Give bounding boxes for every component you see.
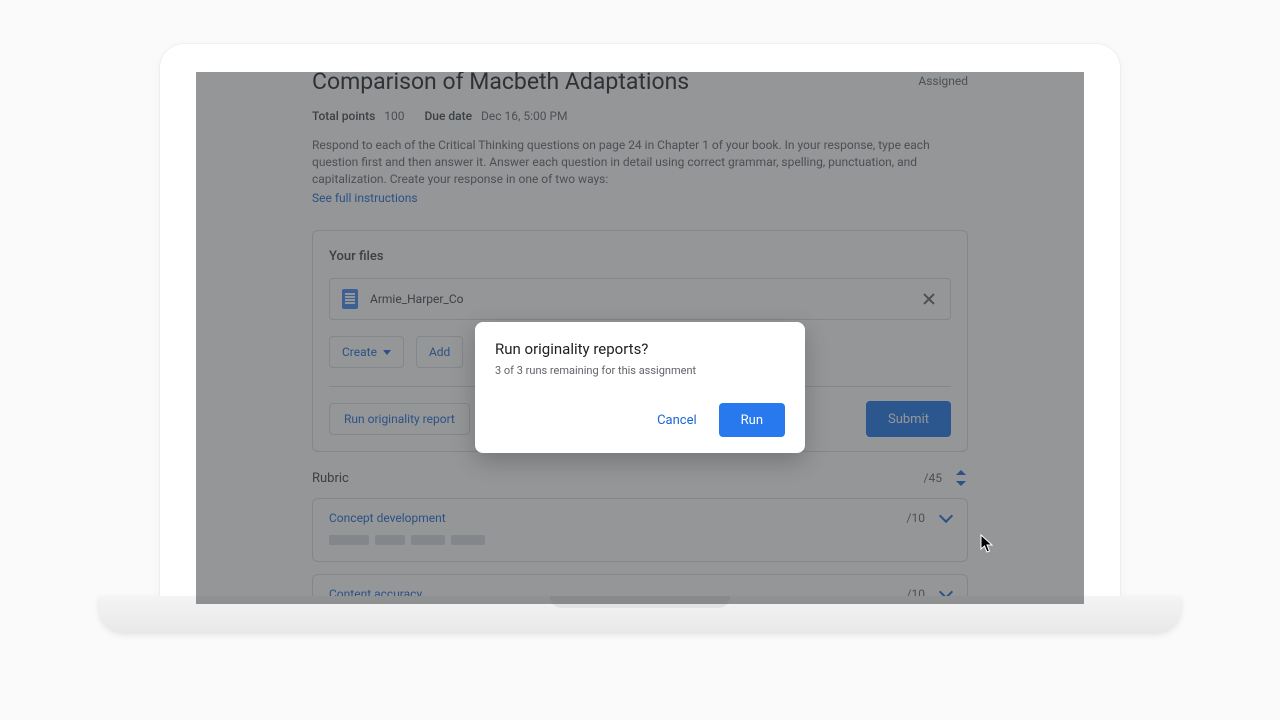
cancel-button[interactable]: Cancel <box>643 403 711 437</box>
dialog-title: Run originality reports? <box>495 340 785 358</box>
run-originality-dialog: Run originality reports? 3 of 3 runs rem… <box>475 322 805 453</box>
app-screen: Comparison of Macbeth Adaptations Assign… <box>196 72 1084 604</box>
laptop-frame: Comparison of Macbeth Adaptations Assign… <box>160 44 1120 604</box>
cursor-icon <box>980 534 994 554</box>
run-button[interactable]: Run <box>719 403 785 437</box>
dialog-subtitle: 3 of 3 runs remaining for this assignmen… <box>495 364 785 377</box>
